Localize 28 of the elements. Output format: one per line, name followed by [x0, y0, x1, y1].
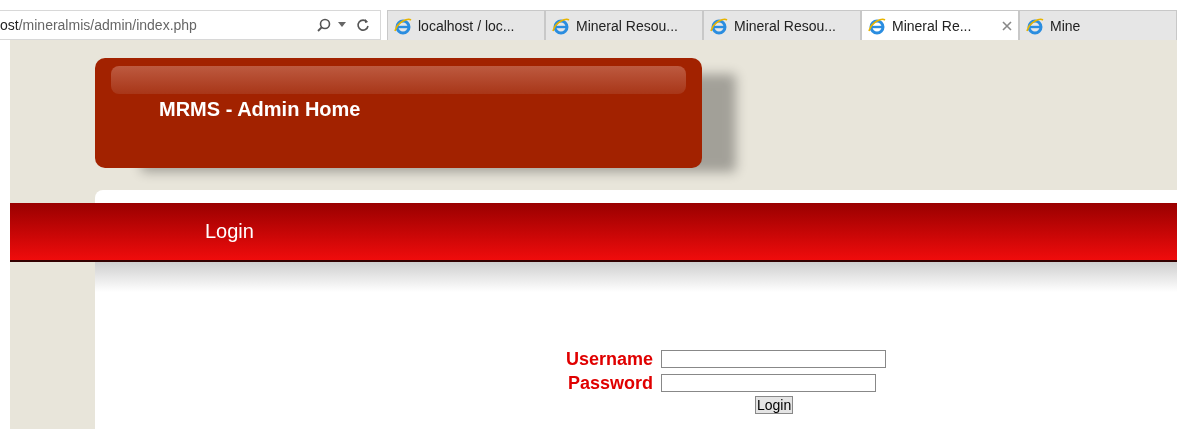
browser-icon — [394, 16, 412, 35]
browser-icon — [1026, 16, 1044, 35]
input-field[interactable] — [661, 374, 876, 392]
field-label: Password — [566, 372, 653, 394]
tab-title: Mineral Resou... — [734, 17, 837, 34]
search-icon[interactable] — [316, 17, 332, 33]
refresh-icon[interactable] — [356, 18, 370, 32]
browser-icon — [552, 16, 570, 35]
field-label: Username — [565, 348, 653, 370]
address-field[interactable]: ost/mineralmis/admin/index.php — [0, 10, 381, 40]
browser-tab[interactable]: Mineral Re... — [861, 10, 1019, 40]
dropdown-icon[interactable] — [338, 22, 346, 28]
browser-tab[interactable]: Mineral Resou... — [545, 10, 703, 40]
browser-icon — [868, 16, 886, 35]
browser-tab[interactable]: Mine — [1019, 10, 1177, 40]
tab-title: localhost / loc... — [418, 17, 516, 34]
tab-title: Mineral Resou... — [576, 17, 679, 34]
tab-title: Mine — [1050, 17, 1082, 34]
browser-tab[interactable]: localhost / loc... — [387, 10, 545, 40]
login-button[interactable]: Login — [755, 396, 794, 414]
tab-title: Mineral Re... — [892, 17, 973, 34]
input-field[interactable] — [661, 350, 886, 368]
url-text: ost/mineralmis/admin/index.php — [0, 17, 198, 33]
browser-icon — [710, 16, 728, 35]
close-icon[interactable] — [1002, 20, 1012, 31]
nav-link[interactable]: Login — [205, 220, 254, 243]
browser-tab[interactable]: Mineral Resou... — [703, 10, 861, 40]
site-title: MRMS - Admin Home — [158, 98, 362, 121]
